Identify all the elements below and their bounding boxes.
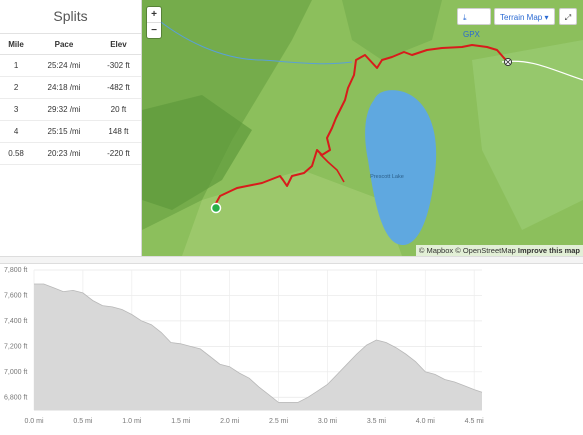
split-elev: -482 ft [95,76,141,99]
elevation-area [34,284,482,410]
split-pace: 25:24 /mi [32,54,96,77]
table-row: 4 25:15 /mi 148 ft [0,120,141,143]
x-tick-label: 4.0 mi [416,418,436,425]
elev-column-header: Elev [95,34,141,55]
split-mile: 0.58 [0,142,33,165]
gpx-label: GPX [463,30,480,39]
split-elev: -220 ft [95,142,141,165]
gpx-download-button[interactable]: ⤓ GPX [457,8,491,39]
mile-column-header: Mile [0,34,33,55]
split-pace: 25:15 /mi [32,120,96,143]
chevron-down-icon: ▾ [544,13,549,22]
terrain-map[interactable]: Prescott Lake + − ⤓ GPX Terrain Map ▾ ⤢ … [142,0,583,256]
terrain-map-label: Terrain Map [500,13,543,22]
zoom-out-button[interactable]: − [147,22,161,38]
x-tick-label: 3.0 mi [318,418,338,425]
y-tick-label: 7,600 ft [4,292,27,299]
attribution-text: © Mapbox © OpenStreetMap [418,246,516,255]
split-elev: 20 ft [95,98,141,121]
chart-y-axis: 6,800 ft 7,000 ft 7,200 ft 7,400 ft 7,600 ft… [4,267,27,401]
splits-title: Splits [0,0,141,34]
table-row: 3 29:32 /mi 20 ft [0,98,141,121]
route-start-marker [210,202,222,214]
x-tick-label: 1.5 mi [171,418,191,425]
split-elev: 148 ft [95,120,141,143]
table-row: 2 24:18 /mi -482 ft [0,76,141,99]
fullscreen-button[interactable]: ⤢ [559,8,577,25]
lake-label: Prescott Lake [370,174,404,180]
y-tick-label: 7,200 ft [4,343,27,350]
split-mile: 3 [0,98,33,121]
terrain-map-select[interactable]: Terrain Map ▾ [494,8,555,25]
map-canvas[interactable]: Prescott Lake [142,0,583,256]
x-tick-label: 3.5 mi [367,418,387,425]
split-pace: 29:32 /mi [32,98,96,121]
improve-map-link[interactable]: Improve this map [518,246,580,255]
download-icon: ⤓ [463,13,467,22]
x-tick-label: 2.0 mi [220,418,240,425]
split-mile: 4 [0,120,33,143]
x-tick-label: 0.5 mi [73,418,93,425]
pace-column-header: Pace [32,34,96,55]
table-row: 0.58 20:23 /mi -220 ft [0,142,141,165]
table-row: 1 25:24 /mi -302 ft [0,54,141,77]
chart-area-group [34,283,483,410]
y-tick-label: 7,800 ft [4,267,27,274]
x-tick-label: 4.5 mi [465,418,485,425]
splits-table: Mile Pace Elev 1 25:24 /mi -302 ft 2 24:… [0,34,141,165]
x-tick-label: 0.0 mi [24,418,44,425]
zoom-in-button[interactable]: + [147,7,161,22]
splits-header-row: Mile Pace Elev [0,34,141,55]
x-tick-label: 2.5 mi [269,418,289,425]
split-pace: 20:23 /mi [32,142,96,165]
map-attribution: © Mapbox © OpenStreetMap Improve this ma… [415,245,583,256]
expand-icon: ⤢ [564,13,572,22]
splits-panel: Splits Mile Pace Elev 1 25:24 /mi -302 f… [0,0,142,256]
zoom-controls: + − [147,7,161,38]
panel-resize-divider[interactable] [0,256,583,264]
x-tick-label: 1.0 mi [122,418,142,425]
split-mile: 1 [0,54,33,77]
split-pace: 24:18 /mi [32,76,96,99]
split-mile: 2 [0,76,33,99]
y-tick-label: 6,800 ft [4,394,27,401]
y-tick-label: 7,400 ft [4,318,27,325]
elevation-chart: 0.0 mi 0.5 mi 1.0 mi 1.5 mi 2.0 mi 2.5 mi 3.0 … [4,267,484,425]
y-tick-label: 7,000 ft [4,369,27,376]
chart-x-axis: 0.0 mi 0.5 mi 1.0 mi 1.5 mi 2.0 mi 2.5 mi 3.0 … [24,418,484,425]
split-elev: -302 ft [95,54,141,77]
